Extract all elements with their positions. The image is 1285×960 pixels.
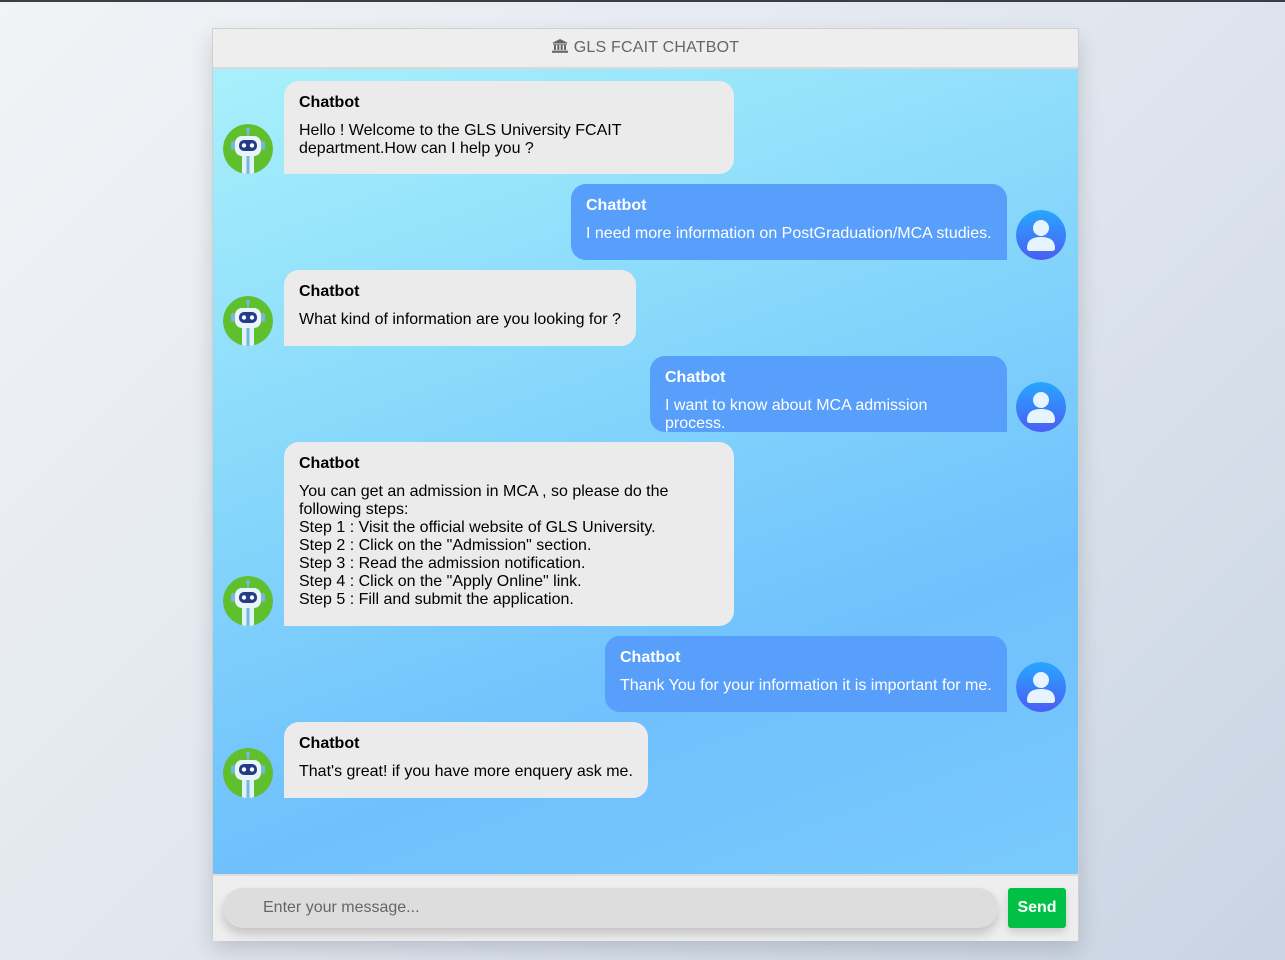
- user-avatar-icon: [1016, 662, 1066, 712]
- bot-message: Chatbot That's great! if you have more e…: [284, 722, 648, 798]
- user-message: Chatbot I need more information on PostG…: [571, 184, 1007, 260]
- message-sender-name: Chatbot: [299, 735, 360, 752]
- chat-messages[interactable]: Chatbot Hello ! Welcome to the GLS Unive…: [213, 69, 1078, 901]
- message-sender-name: Chatbot: [299, 455, 360, 472]
- bot-message: Chatbot You can get an admission in MCA …: [284, 442, 734, 626]
- message-sender-name: Chatbot: [586, 197, 647, 214]
- message-input[interactable]: [223, 888, 998, 928]
- chat-title: GLS FCAIT CHATBOT: [573, 39, 740, 56]
- bot-avatar-icon: [223, 748, 273, 798]
- user-message: Chatbot I want to know about MCA admissi…: [650, 356, 1007, 432]
- chat-window: GLS FCAIT CHATBOT Chatbot Hello ! Welcom…: [212, 28, 1079, 941]
- bot-avatar-icon: [223, 296, 273, 346]
- bot-avatar-icon: [223, 576, 273, 626]
- window-top-border: [0, 0, 1285, 2]
- message-text: What kind of information are you looking…: [299, 311, 621, 328]
- bot-avatar-icon: [223, 124, 273, 174]
- message-text: That's great! if you have more enquery a…: [299, 763, 633, 780]
- message-text: I need more information on PostGraduatio…: [586, 225, 992, 242]
- message-text: Hello ! Welcome to the GLS University FC…: [299, 122, 622, 157]
- user-message: Chatbot Thank You for your information i…: [605, 636, 1007, 712]
- user-avatar-icon: [1016, 210, 1066, 260]
- message-text: I want to know about MCA admission proce…: [665, 397, 928, 432]
- bank-icon: [551, 38, 568, 58]
- user-avatar-icon: [1016, 382, 1066, 432]
- message-text: You can get an admission in MCA , so ple…: [299, 483, 669, 608]
- message-input-area: Send: [213, 874, 1078, 941]
- bot-message: Chatbot Hello ! Welcome to the GLS Unive…: [284, 81, 734, 174]
- message-sender-name: Chatbot: [665, 369, 726, 386]
- message-sender-name: Chatbot: [299, 283, 360, 300]
- message-sender-name: Chatbot: [620, 649, 681, 666]
- message-sender-name: Chatbot: [299, 94, 360, 111]
- chat-header: GLS FCAIT CHATBOT: [213, 29, 1078, 69]
- bot-message: Chatbot What kind of information are you…: [284, 270, 636, 346]
- message-text: Thank You for your information it is imp…: [620, 677, 992, 694]
- send-button[interactable]: Send: [1008, 888, 1066, 928]
